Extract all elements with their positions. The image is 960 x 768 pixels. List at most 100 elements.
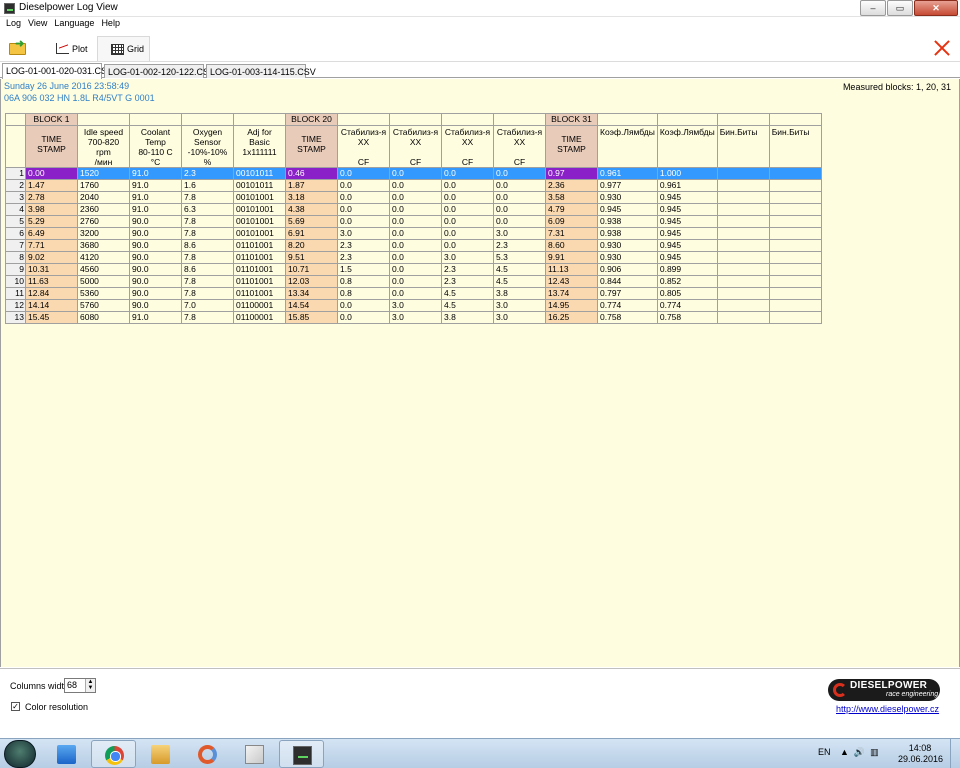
table-row[interactable]: 6 6.49 3200 90.0 7.8 00101001 6.91 3.0 0.0 0.0 3.0… — [5, 227, 822, 240]
grid-cell[interactable]: 0.797 — [597, 287, 658, 300]
grid-cell[interactable]: 2.78 — [25, 191, 78, 204]
grid-cell[interactable]: 00101011 — [233, 167, 286, 180]
grid-cell[interactable]: 0.930 — [597, 239, 658, 252]
grid-cell[interactable]: 0.945 — [656, 203, 718, 216]
grid-cell[interactable] — [768, 179, 822, 192]
grid-cell[interactable]: 3.0 — [389, 311, 442, 324]
tray-up-icon[interactable]: ▲ — [840, 747, 854, 757]
taskbar-dieselpower[interactable] — [279, 740, 324, 768]
grid-cell[interactable]: 6.09 — [545, 215, 598, 228]
minimize-button[interactable]: – — [860, 0, 886, 16]
grid-cell[interactable]: 7.71 — [25, 239, 78, 252]
grid-cell[interactable]: 8.20 — [285, 239, 338, 252]
columns-width-spinner[interactable]: 68 ▲ ▼ — [64, 678, 96, 693]
column-header[interactable]: Бин.Биты — [716, 125, 770, 168]
grid-cell[interactable]: 1.000 — [656, 167, 718, 180]
grid-cell[interactable] — [768, 311, 822, 324]
grid-cell[interactable]: 90.0 — [129, 263, 182, 276]
grid-cell[interactable]: 0.961 — [656, 179, 718, 192]
grid-cell[interactable]: 5360 — [77, 287, 130, 300]
grid-cell[interactable]: 4.38 — [285, 203, 338, 216]
grid-cell[interactable]: 5.69 — [285, 215, 338, 228]
grid-cell[interactable]: 2.3 — [493, 239, 546, 252]
grid-cell[interactable]: 7.8 — [181, 287, 234, 300]
grid-cell[interactable]: 9.91 — [545, 251, 598, 264]
grid-cell[interactable]: 0.0 — [493, 191, 546, 204]
language-indicator[interactable]: EN — [818, 747, 831, 757]
grid-cell[interactable]: 0.961 — [597, 167, 658, 180]
grid-cell[interactable]: 0.0 — [389, 251, 442, 264]
grid-cell[interactable]: 4560 — [77, 263, 130, 276]
grid-cell[interactable] — [716, 227, 770, 240]
grid-cell[interactable]: 2.3 — [441, 275, 494, 288]
column-header[interactable]: Коэф.Лямбды — [597, 125, 658, 168]
grid-cell[interactable]: 0.938 — [597, 227, 658, 240]
plot-button[interactable]: Plot — [56, 36, 88, 61]
grid-cell[interactable]: 3.8 — [493, 287, 546, 300]
clock[interactable]: 14:08 29.06.2016 — [898, 743, 943, 765]
grid-cell[interactable]: 0.0 — [441, 179, 494, 192]
tab-log-002[interactable]: LOG-01-002-120-122.CSV — [104, 64, 215, 78]
grid-cell[interactable]: 4.5 — [493, 275, 546, 288]
grid-cell[interactable]: 1.6 — [181, 179, 234, 192]
grid-cell[interactable] — [768, 251, 822, 264]
menu-language[interactable]: Language — [48, 17, 94, 31]
grid-cell[interactable]: 0.46 — [285, 167, 338, 180]
grid-cell[interactable]: 01100001 — [233, 299, 286, 312]
grid-cell[interactable]: 14.14 — [25, 299, 78, 312]
grid-cell[interactable]: 13.74 — [545, 287, 598, 300]
column-header[interactable]: Стабилиз-я XX CF — [389, 125, 442, 168]
column-header[interactable]: Idle speed 700-820 rpm/мин — [77, 125, 130, 168]
menu-view[interactable]: View — [22, 17, 47, 31]
taskbar-ccleaner[interactable] — [185, 740, 230, 768]
grid-cell[interactable] — [768, 227, 822, 240]
table-row[interactable]: 11 12.84 5360 90.0 7.8 01101001 13.34 0.8 0.0 4.5… — [5, 287, 822, 300]
grid-cell[interactable]: 0.0 — [389, 215, 442, 228]
grid-cell[interactable]: 7.8 — [181, 191, 234, 204]
grid-cell[interactable]: 91.0 — [129, 311, 182, 324]
grid-cell[interactable]: 0.805 — [656, 287, 718, 300]
grid-cell[interactable]: 4.79 — [545, 203, 598, 216]
grid-cell[interactable]: 0.0 — [389, 239, 442, 252]
grid-cell[interactable]: 01101001 — [233, 263, 286, 276]
grid-cell[interactable]: 0.0 — [441, 227, 494, 240]
grid-cell[interactable]: 6.3 — [181, 203, 234, 216]
grid-cell[interactable] — [716, 167, 770, 180]
grid-cell[interactable]: 3.0 — [493, 227, 546, 240]
grid-cell[interactable]: 2360 — [77, 203, 130, 216]
grid-cell[interactable]: 12.84 — [25, 287, 78, 300]
table-row[interactable]: 10 11.63 5000 90.0 7.8 01101001 12.03 0.8 0.0 2.3… — [5, 275, 822, 288]
column-header[interactable]: Oxygen Sensor -10%-10%% — [181, 125, 234, 168]
column-header[interactable]: Adj for Basic 1x111111 — [233, 125, 286, 168]
table-row[interactable]: 4 3.98 2360 91.0 6.3 00101001 4.38 0.0 0.0 0.0 0.0… — [5, 203, 822, 216]
grid-cell[interactable]: 0.0 — [441, 167, 494, 180]
grid-cell[interactable]: 90.0 — [129, 275, 182, 288]
grid-cell[interactable]: 00101001 — [233, 191, 286, 204]
grid-cell[interactable]: 0.945 — [656, 251, 718, 264]
grid-cell[interactable]: 2.3 — [337, 251, 390, 264]
grid-cell[interactable]: 0.0 — [389, 263, 442, 276]
grid-cell[interactable]: 0.0 — [337, 311, 390, 324]
grid-cell[interactable]: 1.47 — [25, 179, 78, 192]
grid-cell[interactable]: 1.5 — [337, 263, 390, 276]
grid-cell[interactable] — [716, 263, 770, 276]
grid-cell[interactable]: 5.3 — [493, 251, 546, 264]
table-row[interactable]: 12 14.14 5760 90.0 7.0 01100001 14.54 0.0 3.0 4.5… — [5, 299, 822, 312]
grid-cell[interactable]: 5.29 — [25, 215, 78, 228]
grid-cell[interactable]: 0.0 — [493, 167, 546, 180]
grid-cell[interactable]: 0.00 — [25, 167, 78, 180]
grid-cell[interactable]: 0.0 — [337, 179, 390, 192]
grid-cell[interactable]: 90.0 — [129, 239, 182, 252]
grid-cell[interactable]: 0.0 — [389, 179, 442, 192]
grid-cell[interactable]: 0.0 — [337, 191, 390, 204]
grid-cell[interactable]: 0.0 — [389, 275, 442, 288]
grid-cell[interactable]: 0.0 — [337, 203, 390, 216]
grid-cell[interactable]: 3680 — [77, 239, 130, 252]
grid-cell[interactable] — [716, 179, 770, 192]
grid-cell[interactable]: 0.899 — [656, 263, 718, 276]
grid-cell[interactable] — [768, 263, 822, 276]
grid-cell[interactable]: 7.8 — [181, 227, 234, 240]
grid-cell[interactable]: 0.758 — [597, 311, 658, 324]
grid-cell[interactable]: 0.97 — [545, 167, 598, 180]
grid-cell[interactable]: 01101001 — [233, 239, 286, 252]
